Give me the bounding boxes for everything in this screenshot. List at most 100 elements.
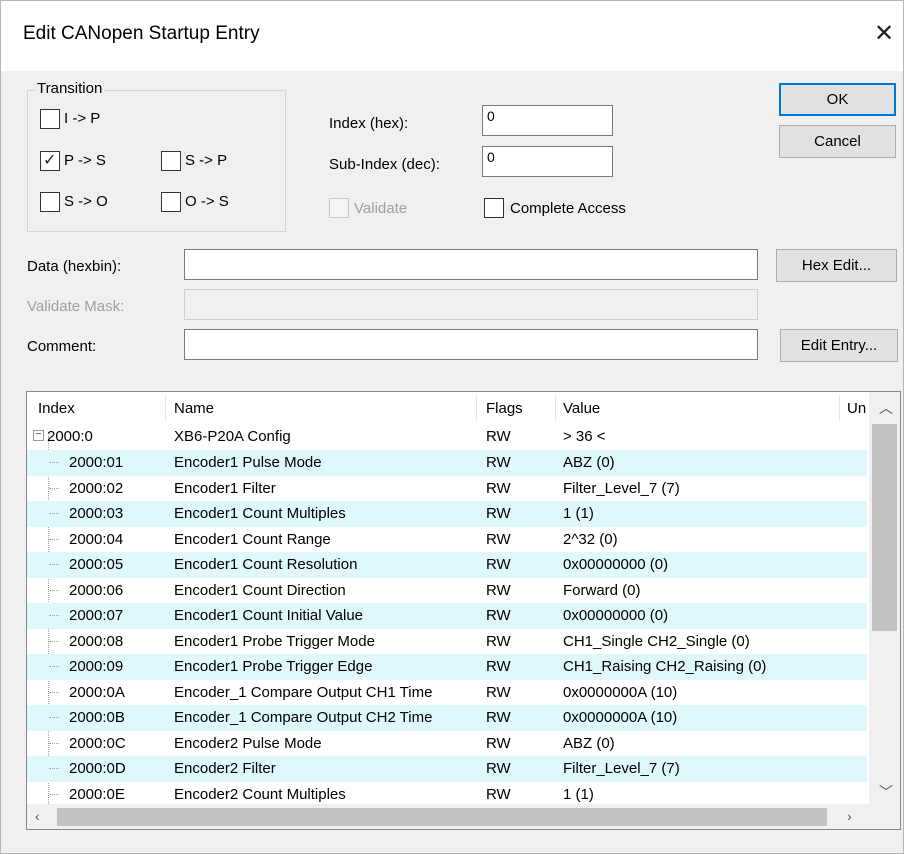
edit-entry-button[interactable]: Edit Entry...	[780, 329, 898, 362]
header-index[interactable]: Index	[38, 400, 75, 417]
ok-button[interactable]: OK	[779, 83, 896, 116]
cell-flags: RW	[486, 607, 511, 624]
comment-label: Comment:	[27, 338, 97, 355]
cell-name: Encoder1 Pulse Mode	[174, 454, 322, 471]
index-input[interactable]: 0	[482, 105, 613, 136]
dialog-title: Edit CANopen Startup Entry	[23, 23, 260, 44]
table-row[interactable]: 2000:06 Encoder1 Count Direction RW Forward…	[27, 578, 867, 604]
cell-name: Encoder1 Probe Trigger Edge	[174, 658, 373, 675]
checkbox-complete-access[interactable]	[484, 198, 504, 218]
cell-index: 2000:07	[69, 607, 124, 624]
cell-value: CH1_Raising CH2_Raising (0)	[563, 658, 767, 675]
header-name[interactable]: Name	[174, 400, 214, 417]
table-row[interactable]: 2000:05 Encoder1 Count Resolution RW 0x0000…	[27, 552, 867, 578]
cell-flags: RW	[486, 760, 511, 777]
cell-value: 2^32 (0)	[563, 530, 618, 548]
table-row[interactable]: 2000:0A Encoder_1 Compare Output CH1 Time…	[27, 680, 867, 706]
title-bar: Edit CANopen Startup Entry ✕	[1, 1, 903, 71]
cell-index: 2000:08	[69, 632, 124, 650]
cell-index: 2000:04	[69, 530, 124, 548]
cell-value: 0x0000000A (10)	[563, 683, 678, 701]
header-unit[interactable]: Un	[847, 400, 866, 417]
cell-index: 2000:0C	[69, 734, 126, 752]
checkbox-i-p[interactable]	[40, 109, 60, 129]
header-separator	[165, 396, 166, 420]
tree-branch	[49, 589, 59, 591]
cell-index: 2000:05	[69, 556, 124, 573]
table-row[interactable]: 2000:0B Encoder_1 Compare Output CH2 Time…	[27, 705, 867, 731]
table-row[interactable]: 2000:0D Encoder2 Filter RW Filter_Level_7 (…	[27, 756, 867, 782]
object-list[interactable]: Index Name Flags Value Un − 2000:0 XB6-P…	[26, 391, 901, 830]
cell-index: 2000:0E	[69, 785, 125, 803]
table-row[interactable]: 2000:0C Encoder2 Pulse Mode RW ABZ (0)	[27, 731, 867, 757]
cell-flags: RW	[486, 428, 511, 445]
vertical-scroll-thumb[interactable]	[872, 424, 897, 631]
label-validate: Validate	[354, 200, 408, 217]
table-row[interactable]: 2000:07 Encoder1 Count Initial Value RW 0x0…	[27, 603, 867, 629]
scroll-up-icon[interactable]: ︿	[879, 398, 893, 418]
tree-branch	[49, 538, 59, 540]
tree-branch	[49, 666, 59, 667]
cell-value: CH1_Single CH2_Single (0)	[563, 632, 750, 650]
cell-flags: RW	[486, 505, 511, 522]
cell-name: Encoder1 Probe Trigger Mode	[174, 632, 375, 650]
cell-value: > 36 <	[563, 428, 606, 445]
validate-mask-label: Validate Mask:	[27, 298, 125, 315]
cell-value: 0x00000000 (0)	[563, 607, 669, 624]
subindex-label: Sub-Index (dec):	[329, 156, 440, 173]
checkbox-s-p[interactable]	[161, 151, 181, 171]
cell-name: Encoder2 Pulse Mode	[174, 734, 322, 752]
index-label: Index (hex):	[329, 115, 409, 132]
cell-index: 2000:06	[69, 581, 124, 599]
table-row[interactable]: 2000:04 Encoder1 Count Range RW 2^32 (0)	[27, 527, 867, 553]
subindex-input[interactable]: 0	[482, 146, 613, 177]
checkbox-o-s[interactable]	[161, 192, 181, 212]
header-flags[interactable]: Flags	[486, 400, 523, 417]
cell-flags: RW	[486, 734, 511, 752]
cell-flags: RW	[486, 683, 511, 701]
table-row-parent[interactable]: 2000:0 XB6-P20A Config RW > 36 <	[27, 424, 867, 450]
table-row[interactable]: 2000:03 Encoder1 Count Multiples RW 1 (1)	[27, 501, 867, 527]
header-separator	[839, 396, 840, 420]
scroll-left-icon[interactable]: ‹	[35, 808, 40, 824]
cell-name: Encoder1 Count Direction	[174, 581, 346, 599]
table-row[interactable]: 2000:09 Encoder1 Probe Trigger Edge RW CH1_…	[27, 654, 867, 680]
data-input[interactable]	[184, 249, 758, 280]
scroll-right-icon[interactable]: ›	[847, 808, 852, 824]
close-icon[interactable]: ✕	[873, 22, 895, 46]
cell-value: Forward (0)	[563, 581, 641, 599]
cell-name: Encoder2 Filter	[174, 760, 276, 777]
table-row[interactable]: 2000:02 Encoder1 Filter RW Filter_Level_7 (…	[27, 476, 867, 502]
table-row[interactable]: 2000:08 Encoder1 Probe Trigger Mode RW CH1_…	[27, 629, 867, 655]
tree-branch	[49, 513, 59, 514]
cell-value: Filter_Level_7 (7)	[563, 760, 680, 777]
vertical-scrollbar[interactable]: ︿ ﹀	[869, 392, 900, 804]
hex-edit-button[interactable]: Hex Edit...	[776, 249, 897, 282]
cell-index: 2000:02	[69, 479, 124, 497]
cell-value: 1 (1)	[563, 785, 594, 803]
cancel-button[interactable]: Cancel	[779, 125, 896, 158]
checkmark-icon: ✓	[43, 152, 57, 169]
table-row[interactable]: 2000:01 Encoder1 Pulse Mode RW ABZ (0)	[27, 450, 867, 476]
horizontal-scroll-thumb[interactable]	[57, 808, 827, 826]
tree-branch	[49, 793, 59, 795]
header-value[interactable]: Value	[563, 400, 600, 417]
checkbox-p-s[interactable]: ✓	[40, 151, 60, 171]
tree-branch	[49, 564, 59, 565]
horizontal-scrollbar[interactable]: ‹ ›	[27, 804, 869, 829]
label-complete-access: Complete Access	[510, 200, 626, 217]
scroll-down-icon[interactable]: ﹀	[879, 782, 893, 802]
cell-index: 2000:03	[69, 505, 124, 522]
checkbox-validate[interactable]	[329, 198, 349, 218]
cell-name: Encoder1 Filter	[174, 479, 276, 497]
comment-input[interactable]	[184, 329, 758, 360]
label-s-p: S -> P	[185, 152, 228, 169]
data-label: Data (hexbin):	[27, 258, 122, 275]
cell-index: 2000:0	[47, 428, 93, 445]
cell-name: Encoder1 Count Multiples	[174, 505, 346, 522]
label-i-p: I -> P	[64, 110, 101, 127]
cell-index: 2000:0D	[69, 760, 126, 777]
tree-branch	[49, 640, 59, 642]
cell-value: Filter_Level_7 (7)	[563, 479, 680, 497]
checkbox-s-o[interactable]	[40, 192, 60, 212]
